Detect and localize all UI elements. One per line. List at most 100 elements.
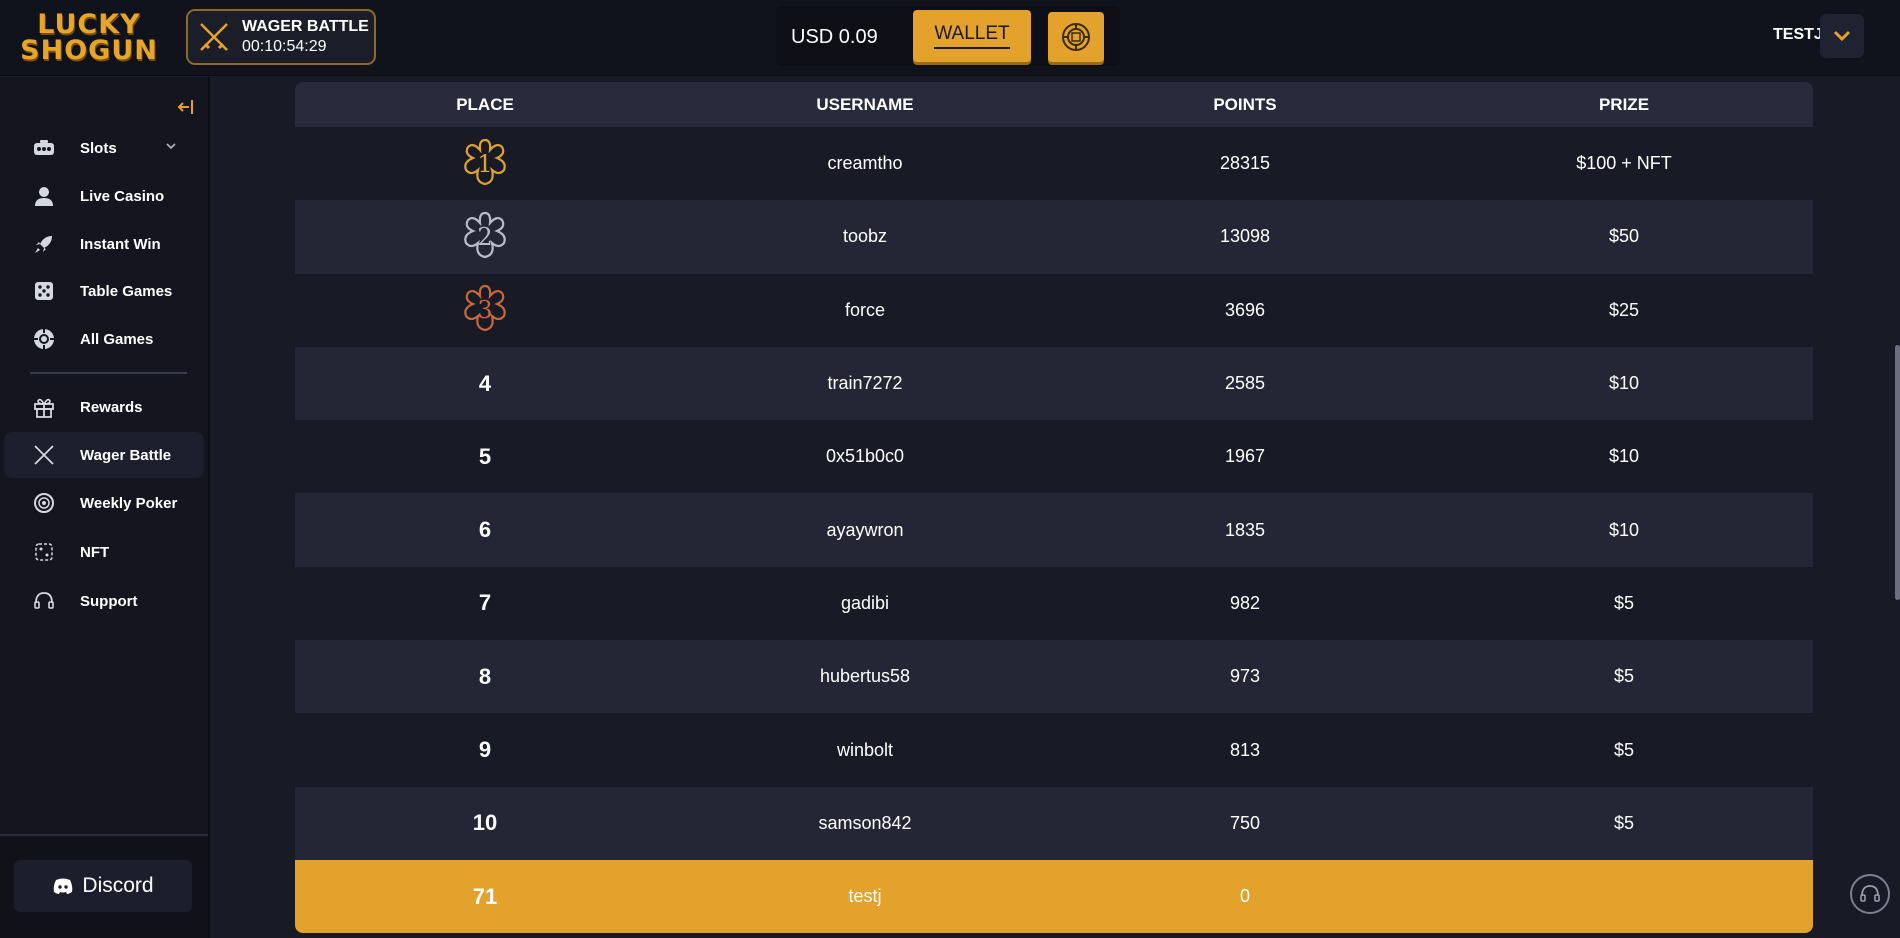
column-header-prize: PRIZE <box>1598 94 1650 114</box>
username-cell: train7272 <box>827 373 903 394</box>
table-row: 1 creamtho 28315 $100 + NFT <box>295 127 1813 201</box>
sidebar-item-label: Wager Battle <box>80 446 172 464</box>
place-cell: 2 <box>295 209 675 265</box>
place-cell: 6 <box>478 517 492 543</box>
username-cell: 0x51b0c0 <box>825 446 905 467</box>
points-cell: 1835 <box>1224 519 1266 540</box>
username-cell: hubertus58 <box>819 666 911 687</box>
username-cell: toobz <box>842 226 888 247</box>
place-cell: 9 <box>478 737 492 763</box>
sidebar-item-label: Instant Win <box>80 235 161 253</box>
gold-flower-medal-icon: 1 <box>457 136 513 192</box>
table-row: 4 train7272 2585 $10 <box>295 346 1813 421</box>
sidebar-item-label: NFT <box>80 543 110 561</box>
points-cell: 813 <box>1229 739 1261 760</box>
username-label[interactable]: TESTJ <box>1773 26 1823 44</box>
nft-icon <box>32 540 56 564</box>
place-cell: 1 <box>295 136 675 192</box>
leaderboard-table: PLACE USERNAME POINTS PRIZE 1 creamtho 2… <box>295 82 1813 934</box>
prize-cell: $50 <box>1608 226 1640 247</box>
chevron-down-icon <box>1833 30 1851 42</box>
poker-chip-icon <box>32 491 56 515</box>
chip-icon <box>32 327 56 351</box>
sidebar-item-rewards[interactable]: Rewards <box>4 384 204 430</box>
sidebar-divider <box>30 372 187 374</box>
sidebar-item-instant-win[interactable]: Instant Win <box>4 221 204 267</box>
balance-amount: 0.09 <box>838 26 878 48</box>
sidebar-item-support[interactable]: Support <box>4 578 204 624</box>
support-chat-button[interactable] <box>1850 874 1890 914</box>
chevron-down-icon[interactable] <box>164 139 178 153</box>
top-header: LUCKY SHOGUN WAGER BATTLE 00:10:54:29 US… <box>0 0 1900 76</box>
sidebar-item-all-games[interactable]: All Games <box>4 316 204 362</box>
sidebar-item-label: Slots <box>80 139 117 157</box>
balance-display: USD 0.09 <box>791 26 878 49</box>
username-cell: winbolt <box>836 739 894 760</box>
column-header-username: USERNAME <box>816 94 914 114</box>
sidebar-footer: Discord <box>0 834 208 938</box>
slots-icon <box>32 136 56 160</box>
headset-icon <box>1860 885 1880 902</box>
prize-cell: $100 + NFT <box>1576 153 1672 174</box>
scrollbar-thumb[interactable] <box>1895 345 1900 600</box>
prize-cell: $10 <box>1608 446 1640 467</box>
sidebar-item-label: Support <box>80 592 138 610</box>
prize-cell: $5 <box>1613 739 1635 760</box>
dice-icon <box>32 279 56 303</box>
balance-currency: USD <box>791 26 834 48</box>
table-row: 9 winbolt 813 $5 <box>295 713 1813 787</box>
place-cell: 7 <box>478 590 492 616</box>
table-row: 10 samson842 750 $5 <box>295 786 1813 860</box>
username-cell: gadibi <box>840 592 890 613</box>
points-cell: 1967 <box>1224 446 1266 467</box>
username-cell: creamtho <box>827 153 903 174</box>
prize-cell: $25 <box>1608 299 1640 320</box>
sidebar-item-label: Weekly Poker <box>80 494 178 512</box>
sidebar-item-slots[interactable]: Slots <box>4 125 204 171</box>
dealer-icon <box>32 184 56 208</box>
table-row: 5 0x51b0c0 1967 $10 <box>295 420 1813 494</box>
gift-icon <box>32 395 56 419</box>
current-user-row: 71 testj 0 <box>295 859 1813 934</box>
coin-button[interactable] <box>1048 12 1104 62</box>
user-menu-button[interactable] <box>1820 14 1864 58</box>
points-cell: 13098 <box>1219 226 1271 247</box>
points-cell: 2585 <box>1224 373 1266 394</box>
column-header-place: PLACE <box>456 94 514 114</box>
place-number: 3 <box>477 296 493 325</box>
table-header: PLACE USERNAME POINTS PRIZE <box>295 82 1813 127</box>
prize-cell: $5 <box>1613 812 1635 833</box>
sidebar-item-table-games[interactable]: Table Games <box>4 268 204 314</box>
sidebar-item-nft[interactable]: NFT <box>4 529 204 575</box>
table-row: 8 hubertus58 973 $5 <box>295 640 1813 714</box>
points-cell: 750 <box>1229 812 1261 833</box>
discord-icon <box>54 878 73 894</box>
sidebar-item-wager-battle[interactable]: Wager Battle <box>4 432 204 478</box>
points-cell: 982 <box>1229 592 1261 613</box>
username-cell: testj <box>848 886 882 907</box>
balance-bar: USD 0.09 WALLET <box>776 6 1120 66</box>
sidebar-item-live-casino[interactable]: Live Casino <box>4 173 204 219</box>
place-cell: 71 <box>472 883 498 909</box>
place-number: 1 <box>477 149 493 178</box>
table-row: 7 gadibi 982 $5 <box>295 566 1813 641</box>
place-cell: 4 <box>478 370 492 396</box>
place-cell: 5 <box>478 443 492 469</box>
rocket-icon <box>32 232 56 256</box>
lucky-shogun-logo[interactable]: LUCKY SHOGUN <box>20 10 157 66</box>
collapse-sidebar-icon[interactable] <box>176 97 196 117</box>
username-cell: force <box>844 299 886 320</box>
sidebar-item-label: Live Casino <box>80 187 165 205</box>
swords-icon <box>32 443 56 467</box>
sidebar-item-label: Table Games <box>80 282 173 300</box>
wallet-button[interactable]: WALLET <box>913 10 1031 62</box>
wager-battle-timer[interactable]: WAGER BATTLE 00:10:54:29 <box>186 9 376 65</box>
wager-battle-title: WAGER BATTLE <box>242 18 369 35</box>
discord-button[interactable]: Discord <box>14 860 192 912</box>
sidebar-item-label: All Games <box>80 330 154 348</box>
points-cell: 28315 <box>1219 153 1271 174</box>
column-header-points: POINTS <box>1213 94 1277 114</box>
table-row: 3 force 3696 $25 <box>295 273 1813 347</box>
place-cell: 10 <box>472 810 498 836</box>
sidebar-item-weekly-poker[interactable]: Weekly Poker <box>4 480 204 526</box>
